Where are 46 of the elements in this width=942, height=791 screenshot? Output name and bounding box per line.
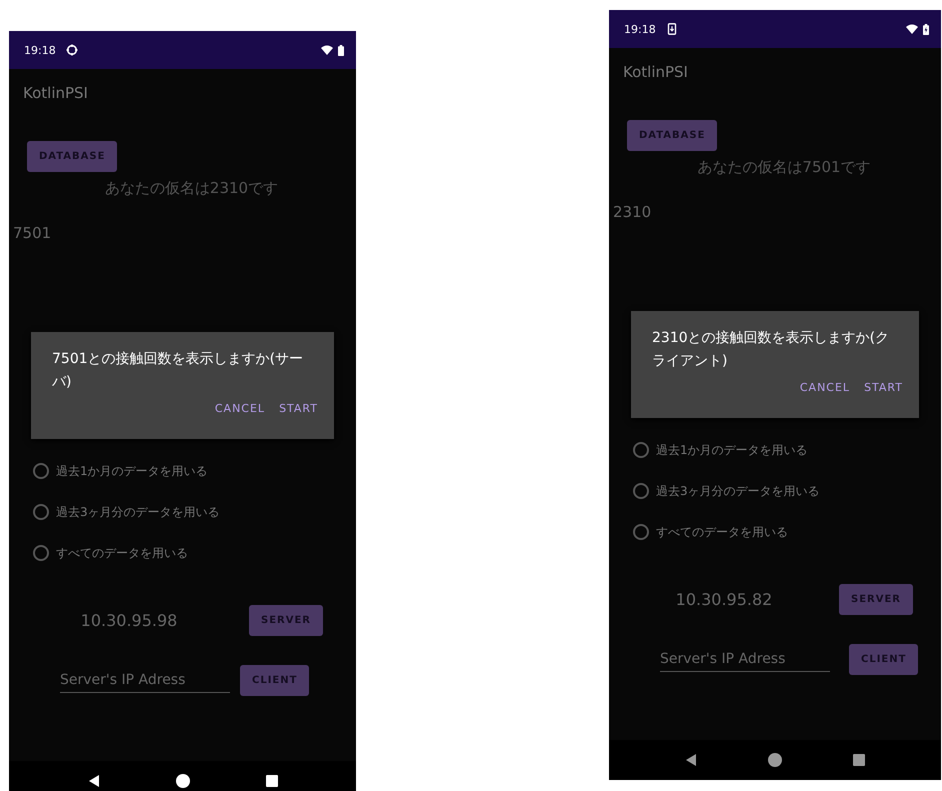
pseudonym-text: あなたの仮名は2310です bbox=[104, 179, 280, 198]
back-icon[interactable] bbox=[684, 753, 698, 767]
peer-id-text: 2310 bbox=[613, 203, 652, 221]
radio-button[interactable] bbox=[33, 504, 49, 520]
dialog-message: 7501との接触回数を表示しますか(サーバ) bbox=[52, 350, 304, 392]
radio-button[interactable] bbox=[33, 545, 49, 561]
app-title: KotlinPSI bbox=[23, 84, 89, 104]
radio-button[interactable] bbox=[633, 442, 649, 458]
recents-icon[interactable] bbox=[852, 753, 866, 767]
status-time: 19:18 bbox=[624, 22, 656, 36]
client-button[interactable]: CLIENT bbox=[240, 665, 310, 696]
radio-button[interactable] bbox=[33, 463, 49, 479]
status-time: 19:18 bbox=[24, 44, 56, 56]
app-title: KotlinPSI bbox=[623, 63, 689, 83]
dialog-action-button[interactable]: CANCEL bbox=[800, 379, 850, 396]
home-icon[interactable] bbox=[176, 774, 190, 788]
recents-icon[interactable] bbox=[264, 774, 278, 788]
client-button[interactable]: CLIENT bbox=[849, 644, 918, 675]
database-button[interactable]: DATABASE bbox=[27, 141, 118, 172]
option-label: 過去1か月のデータを用いる bbox=[656, 442, 808, 458]
dialog-action-button[interactable]: START bbox=[279, 400, 318, 417]
server-button[interactable]: SERVER bbox=[839, 584, 914, 615]
option-label: すべてのデータを用いる bbox=[56, 544, 188, 562]
option-label: 過去3ヶ月分のデータを用いる bbox=[56, 504, 220, 520]
option-label: 過去1か月のデータを用いる bbox=[56, 462, 208, 480]
ip-address-text: 10.30.95.98 bbox=[80, 611, 178, 630]
server-button[interactable]: SERVER bbox=[249, 605, 324, 636]
back-icon[interactable] bbox=[86, 774, 100, 788]
radio-button[interactable] bbox=[633, 524, 649, 540]
pseudonym-text: あなたの仮名は7501です bbox=[696, 158, 872, 177]
ip-address-text: 10.30.95.82 bbox=[674, 590, 774, 609]
database-button[interactable]: DATABASE bbox=[627, 120, 718, 151]
ip-input-field[interactable]: Server's IP Adress bbox=[660, 647, 830, 672]
option-label: 過去3ヶ月分のデータを用いる bbox=[656, 482, 820, 500]
dialog-message: 2310との接触回数を表示しますか(クライアント) bbox=[652, 329, 890, 371]
wifi-icon bbox=[906, 24, 918, 34]
ip-input-field[interactable]: Server's IP Adress bbox=[60, 668, 230, 693]
option-label: すべてのデータを用いる bbox=[656, 524, 788, 540]
radio-button[interactable] bbox=[633, 483, 649, 499]
phone-download-icon bbox=[666, 23, 678, 35]
dialog-action-button[interactable]: CANCEL bbox=[214, 400, 266, 417]
home-icon[interactable] bbox=[768, 753, 782, 767]
wifi-icon bbox=[321, 45, 333, 55]
gear-icon bbox=[66, 44, 78, 56]
peer-id-text: 7501 bbox=[13, 224, 52, 242]
dialog-action-button[interactable]: START bbox=[864, 379, 903, 396]
